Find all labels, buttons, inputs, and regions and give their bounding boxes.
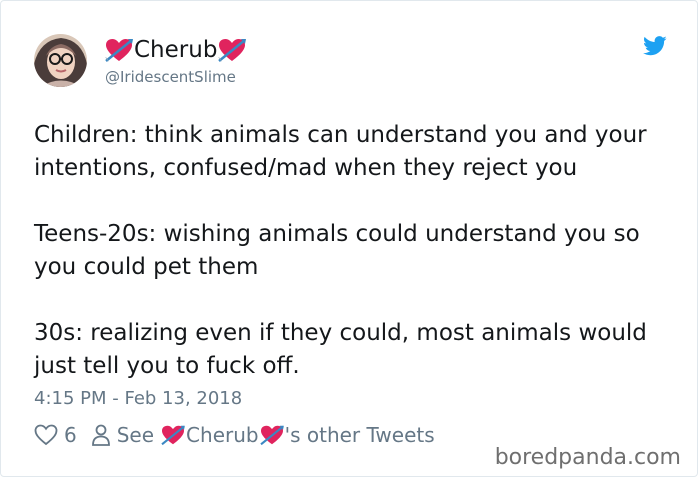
person-outline-icon[interactable] xyxy=(91,424,111,446)
see-tweets-prefix[interactable]: See xyxy=(117,423,154,447)
heart-with-arrow-icon xyxy=(104,37,134,63)
tweet-paragraph: Children: think animals can understand y… xyxy=(34,122,647,181)
display-name: Cherub xyxy=(134,37,218,63)
user-handle[interactable]: @IridescentSlime xyxy=(105,68,236,86)
avatar[interactable] xyxy=(34,34,87,87)
tweet-paragraph: 30s: realizing even if they could, most … xyxy=(34,320,647,379)
like-count: 6 xyxy=(64,423,77,447)
tweet-timestamp[interactable]: 4:15 PM - Feb 13, 2018 xyxy=(34,388,242,409)
tweet-paragraph: Teens-20s: wishing animals could underst… xyxy=(34,221,640,280)
display-name-row[interactable]: Cherub xyxy=(104,37,247,63)
heart-with-arrow-icon xyxy=(160,424,186,446)
heart-with-arrow-icon xyxy=(259,424,285,446)
heart-outline-icon[interactable] xyxy=(34,424,58,446)
see-tweets-name[interactable]: Cherub xyxy=(186,423,259,447)
watermark: boredpanda.com xyxy=(494,445,681,470)
twitter-bird-icon[interactable] xyxy=(643,35,667,57)
tweet-card: Cherub @IridescentSlime Children: think … xyxy=(0,0,698,477)
heart-with-arrow-icon xyxy=(217,37,247,63)
tweet-actions: 6 See Cherub 's other Tweets xyxy=(34,423,435,447)
see-tweets-suffix[interactable]: 's other Tweets xyxy=(285,423,435,447)
tweet-text: Children: think animals can understand y… xyxy=(34,119,679,383)
